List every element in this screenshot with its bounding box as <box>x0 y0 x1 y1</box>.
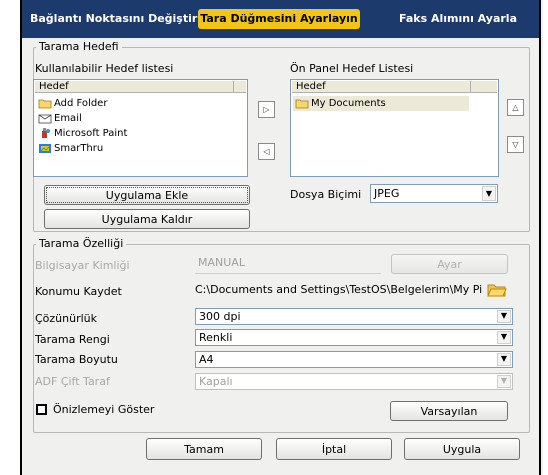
scan-color-value: Renkli <box>199 331 233 344</box>
move-left-button[interactable]: ◁ <box>258 143 275 160</box>
tab-scan-button-settings[interactable]: Tara Düğmesini Ayarlayın <box>198 9 360 29</box>
front-panel-column-header: Hedef <box>296 81 326 92</box>
email-icon <box>38 114 52 123</box>
chevron-down-icon: ▼ <box>497 310 511 323</box>
front-panel-destinations-list[interactable]: Hedef My Documents <box>290 79 499 177</box>
list-item-selected[interactable]: My Documents <box>293 96 469 111</box>
resolution-select[interactable]: 300 dpi ▼ <box>195 308 513 325</box>
adf-duplex-label: ADF Çift Taraf <box>35 375 110 388</box>
paint-icon <box>42 127 50 138</box>
available-list-header: Hedef <box>35 81 246 93</box>
scan-destination-legend: Tarama Hedefi <box>36 40 122 53</box>
resolution-label: Çözünürlük <box>35 312 98 325</box>
add-application-button[interactable]: Uygulama Ekle <box>44 185 250 205</box>
front-panel-list-header: Hedef <box>292 81 497 93</box>
computer-id-value: MANUAL <box>198 256 245 269</box>
tab-bar: Bağlantı Noktasını Değiştir Tara Düğmesi… <box>22 0 539 38</box>
adf-duplex-value: Kapalı <box>199 375 233 388</box>
list-item-label: SmarThru <box>54 143 104 154</box>
defaults-button[interactable]: Varsayılan <box>390 401 508 421</box>
preview-label: Önizlemeyi Göster <box>53 403 155 416</box>
file-format-select[interactable]: JPEG ▼ <box>370 184 498 203</box>
save-location-value: C:\Documents and Settings\TestOS\Belgele… <box>195 283 482 296</box>
apply-button[interactable]: Uygula <box>404 438 520 460</box>
preview-checkbox[interactable] <box>36 404 47 415</box>
available-list-title: Kullanılabilir Hedef listesi <box>35 62 174 75</box>
move-down-button[interactable]: ▽ <box>507 136 524 153</box>
folder-open-icon[interactable] <box>487 282 507 298</box>
scan-size-select[interactable]: A4 ▼ <box>195 351 513 368</box>
cancel-button[interactable]: İptal <box>276 438 392 460</box>
folder-icon <box>295 99 309 108</box>
file-format-label: Dosya Biçimi <box>290 188 362 201</box>
resolution-value: 300 dpi <box>199 310 241 323</box>
list-item[interactable]: SmarThru <box>38 141 103 156</box>
list-item-label: Email <box>54 113 82 124</box>
scan-color-select[interactable]: Renkli ▼ <box>195 329 513 346</box>
smarthru-icon <box>39 143 51 153</box>
move-up-button[interactable]: △ <box>507 99 524 116</box>
computer-id-field: MANUAL <box>195 255 381 274</box>
list-item-label: Add Folder <box>54 98 108 109</box>
available-column-header: Hedef <box>39 81 69 92</box>
available-destinations-list[interactable]: Hedef Add Folder Email Microsoft Paint S… <box>33 79 248 177</box>
chevron-down-icon: ▼ <box>497 375 511 388</box>
window-left-border <box>20 0 22 475</box>
chevron-down-icon: ▼ <box>497 331 511 344</box>
column-separator <box>470 81 471 93</box>
list-item[interactable]: Add Folder <box>38 96 107 111</box>
tab-fax-receive-settings[interactable]: Faks Alımını Ayarla <box>388 9 528 29</box>
list-item[interactable]: Microsoft Paint <box>38 126 127 141</box>
list-item-label: My Documents <box>311 98 386 109</box>
save-location-label: Konumu Kaydet <box>35 285 122 298</box>
tab-change-port[interactable]: Bağlantı Noktasını Değiştir <box>30 9 197 29</box>
ok-button[interactable]: Tamam <box>146 438 262 460</box>
remove-application-button[interactable]: Uygulama Kaldır <box>44 209 250 229</box>
save-location-field: C:\Documents and Settings\TestOS\Belgele… <box>195 282 482 299</box>
list-item-label: Microsoft Paint <box>54 128 128 139</box>
adf-duplex-select: Kapalı ▼ <box>195 373 513 390</box>
front-panel-list-title: Ön Panel Hedef Listesi <box>290 62 414 75</box>
folder-icon <box>38 99 52 108</box>
computer-id-label: Bilgisayar Kimliği <box>35 259 130 272</box>
scan-properties-legend: Tarama Özelliği <box>36 237 127 250</box>
move-right-button[interactable]: ▷ <box>258 101 275 118</box>
scan-size-value: A4 <box>199 353 214 366</box>
arrow-up-icon: △ <box>512 103 519 112</box>
file-format-value: JPEG <box>374 187 400 200</box>
window-right-border <box>539 0 541 475</box>
chevron-down-icon: ▼ <box>482 186 496 201</box>
chevron-down-icon: ▼ <box>497 353 511 366</box>
list-item[interactable]: Email <box>38 111 82 126</box>
arrow-right-icon: ▷ <box>263 105 270 114</box>
column-separator <box>233 81 234 93</box>
scan-size-label: Tarama Boyutu <box>35 353 118 366</box>
scan-color-label: Tarama Rengi <box>35 333 110 346</box>
arrow-down-icon: ▽ <box>512 140 519 149</box>
arrow-left-icon: ◁ <box>263 147 270 156</box>
set-button: Ayar <box>391 254 508 274</box>
